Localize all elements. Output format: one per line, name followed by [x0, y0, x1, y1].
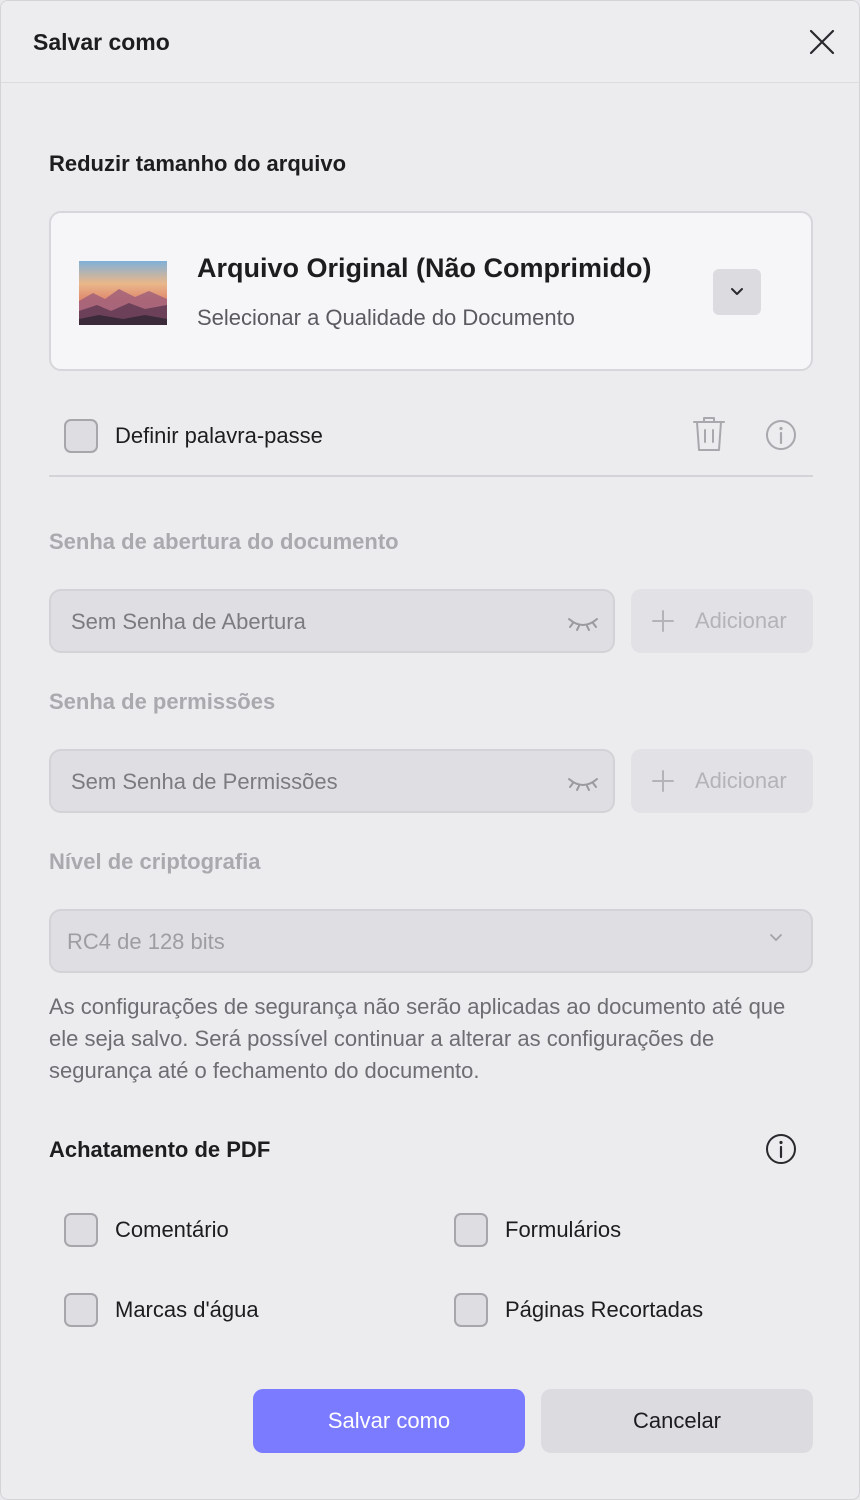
info-icon — [766, 420, 796, 450]
flatten-forms-label: Formulários — [505, 1217, 622, 1242]
quality-dropdown-button[interactable] — [713, 269, 761, 315]
chevron-down-icon — [731, 288, 743, 295]
security-note: As configurações de segurança não serão … — [49, 994, 786, 1083]
save-as-dialog: Salvar como Reduzir tamanho do arquivo A… — [0, 0, 860, 1500]
eye-closed-icon[interactable] — [567, 611, 599, 633]
document-thumbnail — [79, 261, 167, 325]
plus-icon — [652, 610, 674, 632]
set-password-label: Definir palavra-passe — [115, 423, 323, 448]
encryption-level-value: RC4 de 128 bits — [67, 929, 225, 954]
permissions-password-field[interactable]: Sem Senha de Permissões — [49, 749, 615, 813]
open-password-value: Sem Senha de Abertura — [71, 609, 306, 634]
close-button[interactable] — [801, 21, 843, 63]
flatten-cropped-pages-checkbox[interactable] — [454, 1293, 488, 1327]
title-bar: Salvar como — [1, 1, 859, 83]
add-permissions-password-label: Adicionar — [695, 768, 787, 793]
dialog-title: Salvar como — [33, 29, 170, 55]
compression-heading: Reduzir tamanho do arquivo — [49, 151, 347, 176]
pdf-flatten-heading: Achatamento de PDF — [49, 1137, 271, 1162]
flatten-comment-label: Comentário — [115, 1217, 229, 1242]
encryption-level-select[interactable]: RC4 de 128 bits — [49, 909, 813, 973]
add-open-password-label: Adicionar — [695, 608, 787, 633]
plus-icon — [652, 770, 674, 792]
add-permissions-password-button[interactable]: Adicionar — [631, 749, 813, 813]
info-icon — [766, 1134, 796, 1164]
save-as-button-label: Salvar como — [327, 1408, 451, 1433]
delete-password-button[interactable] — [689, 413, 729, 455]
flatten-info-button[interactable] — [763, 1131, 799, 1167]
quality-option-title: Arquivo Original (Não Comprimido) — [197, 253, 652, 283]
open-password-heading: Senha de abertura do documento — [49, 529, 399, 554]
permissions-password-value: Sem Senha de Permissões — [71, 769, 338, 794]
encryption-level-heading: Nível de criptografia — [49, 849, 261, 874]
eye-closed-icon[interactable] — [567, 771, 599, 793]
chevron-down-icon — [770, 934, 782, 941]
quality-selector[interactable]: Arquivo Original (Não Comprimido) Seleci… — [49, 211, 813, 371]
quality-option-subtitle: Selecionar a Qualidade do Documento — [197, 305, 575, 330]
close-icon — [809, 29, 835, 55]
set-password-checkbox[interactable] — [64, 419, 98, 453]
flatten-comment-checkbox[interactable] — [64, 1213, 98, 1247]
password-info-button[interactable] — [763, 417, 799, 453]
flatten-watermarks-label: Marcas d'água — [115, 1297, 259, 1322]
cancel-button-label: Cancelar — [632, 1408, 722, 1433]
add-open-password-button[interactable]: Adicionar — [631, 589, 813, 653]
flatten-watermarks-checkbox[interactable] — [64, 1293, 98, 1327]
flatten-forms-checkbox[interactable] — [454, 1213, 488, 1247]
save-as-button[interactable]: Salvar como — [253, 1389, 525, 1453]
divider — [49, 475, 813, 477]
open-password-field[interactable]: Sem Senha de Abertura — [49, 589, 615, 653]
trash-icon — [693, 417, 725, 451]
flatten-cropped-pages-label: Páginas Recortadas — [505, 1297, 704, 1322]
permissions-password-heading: Senha de permissões — [49, 689, 276, 714]
cancel-button[interactable]: Cancelar — [541, 1389, 813, 1453]
